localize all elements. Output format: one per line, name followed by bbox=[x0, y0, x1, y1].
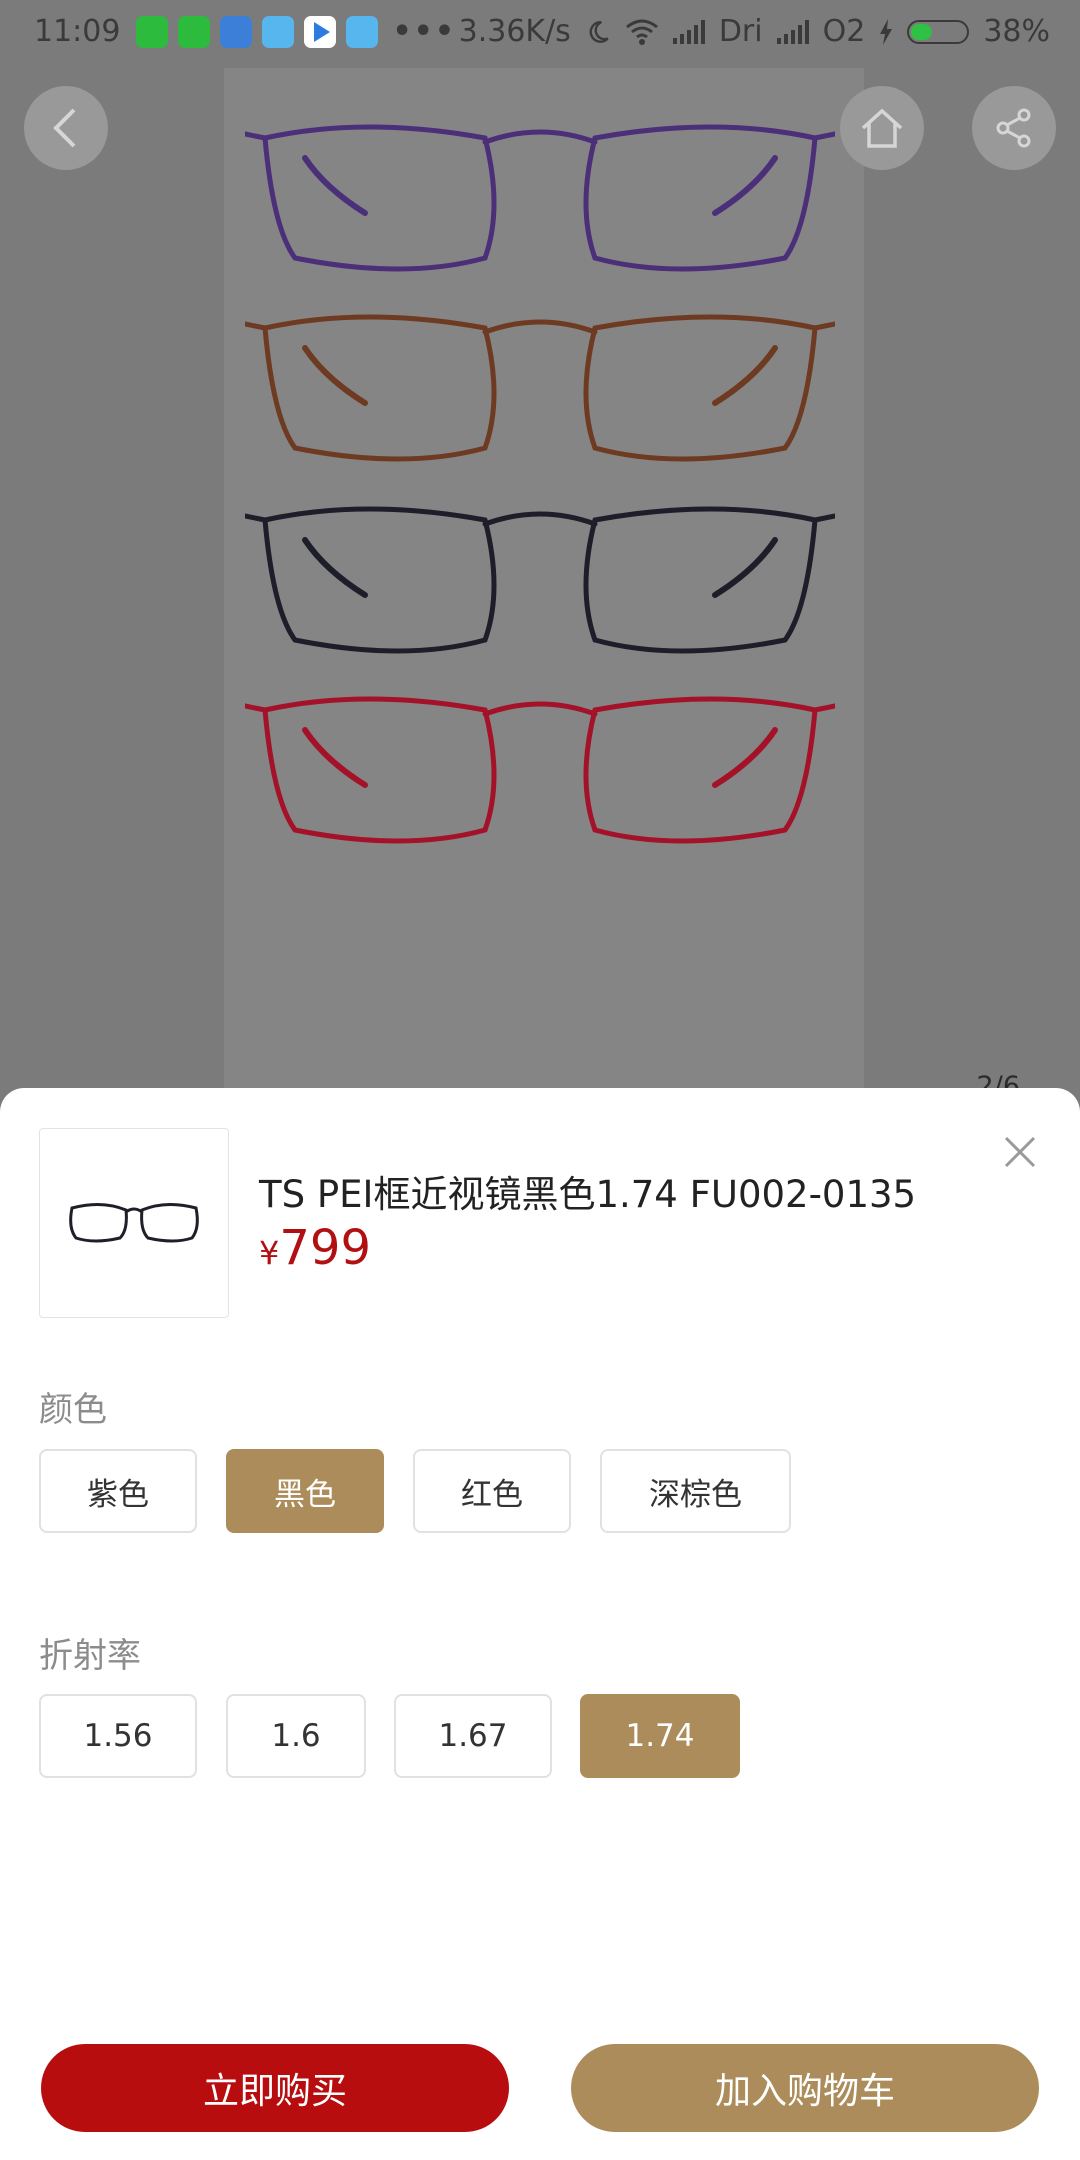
back-button[interactable] bbox=[24, 86, 108, 170]
home-button[interactable] bbox=[840, 86, 924, 170]
glasses-left-lens-rim bbox=[262, 314, 497, 462]
glasses-bridge bbox=[482, 319, 598, 335]
color-option-black[interactable]: 黑色 bbox=[226, 1449, 384, 1533]
glasses-left-temple bbox=[302, 537, 368, 598]
product-thumbnail bbox=[39, 1128, 229, 1318]
index-option-1-6[interactable]: 1.6 bbox=[226, 1694, 366, 1778]
battery-icon bbox=[907, 19, 970, 44]
charging-icon bbox=[880, 18, 893, 45]
product-image-gallery[interactable]: 2/6 bbox=[0, 68, 1080, 1102]
color-option-dark-brown[interactable]: 深棕色 bbox=[600, 1449, 791, 1533]
product-title: TS PEI框近视镜黑色1.74 FU002-0135 bbox=[259, 1173, 917, 1216]
glasses-right-hinge bbox=[812, 131, 835, 141]
home-icon bbox=[861, 108, 903, 148]
glasses-left-temple bbox=[302, 345, 368, 406]
glasses-right-temple bbox=[712, 155, 778, 216]
net-speed: 3.36K/s bbox=[458, 14, 571, 49]
glasses-right-lens-rim bbox=[583, 314, 818, 462]
status-bar-left: 11:09 ••• bbox=[34, 14, 456, 49]
glasses-bridge bbox=[482, 129, 598, 145]
play-store-notification-icon bbox=[304, 15, 337, 48]
calendar-notification-icon bbox=[220, 15, 253, 48]
glasses-right-lens-rim bbox=[583, 506, 818, 654]
battery-percent: 38% bbox=[983, 14, 1050, 49]
glasses-right-lens-rim bbox=[583, 124, 818, 272]
glasses-brown-image bbox=[245, 314, 835, 462]
color-option-purple[interactable]: 紫色 bbox=[39, 1449, 197, 1533]
product-price: ¥799 bbox=[259, 1220, 371, 1276]
more-notifications-icon: ••• bbox=[392, 14, 456, 49]
glasses-right-temple bbox=[712, 537, 778, 598]
close-icon bbox=[1004, 1136, 1036, 1168]
status-bar: 11:09 ••• 3.36K/s Dri O2 38% bbox=[0, 0, 1080, 68]
index-option-1-74[interactable]: 1.74 bbox=[580, 1694, 740, 1778]
glasses-left-hinge bbox=[245, 321, 268, 331]
price-value: 799 bbox=[279, 1220, 371, 1276]
glasses-thumbnail-image bbox=[69, 1203, 199, 1243]
sku-selection-sheet: TS PEI框近视镜黑色1.74 FU002-0135 ¥799 颜色 紫色 黑… bbox=[0, 1088, 1080, 2160]
index-option-1-67[interactable]: 1.67 bbox=[394, 1694, 552, 1778]
package-notification-icon bbox=[346, 15, 379, 48]
battery-level-fill bbox=[911, 23, 933, 40]
color-section-label: 颜色 bbox=[39, 1390, 107, 1430]
package-notification-icon bbox=[262, 15, 295, 48]
signal-icon bbox=[672, 19, 705, 44]
color-option-red[interactable]: 红色 bbox=[413, 1449, 571, 1533]
glasses-right-hinge bbox=[812, 513, 835, 523]
signal-icon bbox=[776, 19, 809, 44]
share-button[interactable] bbox=[972, 86, 1056, 170]
status-time: 11:09 bbox=[34, 14, 121, 49]
wechat-notification-icon bbox=[178, 15, 211, 48]
glasses-right-hinge bbox=[812, 321, 835, 331]
close-button[interactable] bbox=[996, 1128, 1044, 1176]
glasses-right-temple bbox=[712, 345, 778, 406]
buy-now-button[interactable]: 立即购买 bbox=[41, 2044, 509, 2132]
wechat-notification-icon bbox=[136, 15, 169, 48]
glasses-left-hinge bbox=[245, 703, 268, 713]
glasses-left-lens-rim bbox=[262, 124, 497, 272]
glasses-left-temple bbox=[302, 727, 368, 788]
glasses-left-hinge bbox=[245, 513, 268, 523]
carrier-1: Dri bbox=[718, 14, 763, 49]
glasses-right-lens-rim bbox=[583, 696, 818, 844]
glasses-left-lens-rim bbox=[262, 506, 497, 654]
glasses-red-image bbox=[245, 696, 835, 844]
glasses-bridge bbox=[482, 511, 598, 527]
glasses-bridge bbox=[482, 701, 598, 717]
glasses-left-lens-rim bbox=[262, 696, 497, 844]
wifi-icon bbox=[625, 19, 658, 45]
add-to-cart-button[interactable]: 加入购物车 bbox=[571, 2044, 1039, 2132]
moon-icon bbox=[589, 20, 609, 43]
glasses-right-hinge bbox=[812, 703, 835, 713]
chevron-left-icon bbox=[53, 108, 76, 148]
status-bar-right: 3.36K/s Dri O2 38% bbox=[459, 14, 1050, 49]
glasses-black-image bbox=[245, 506, 835, 654]
carrier-2: O2 bbox=[822, 14, 866, 49]
price-currency: ¥ bbox=[259, 1234, 280, 1272]
glasses-purple-image bbox=[245, 124, 835, 272]
refractive-index-section-label: 折射率 bbox=[39, 1636, 141, 1676]
share-icon bbox=[996, 108, 1031, 148]
glasses-right-temple bbox=[712, 727, 778, 788]
glasses-left-temple bbox=[302, 155, 368, 216]
glasses-left-hinge bbox=[245, 131, 268, 141]
index-option-1-56[interactable]: 1.56 bbox=[39, 1694, 197, 1778]
